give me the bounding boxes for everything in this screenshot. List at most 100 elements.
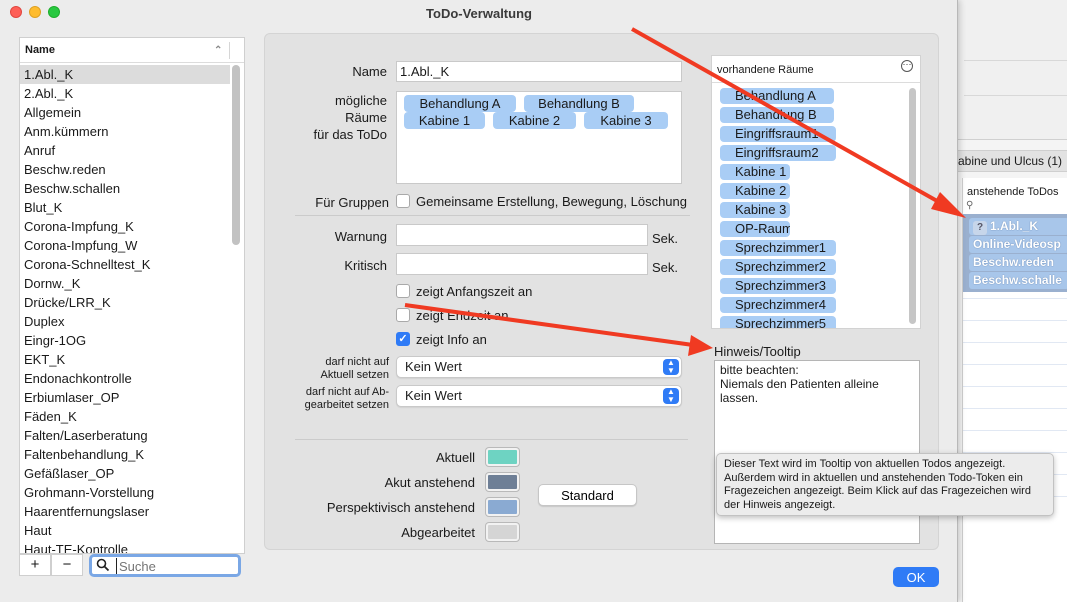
color-done-swatch[interactable] (486, 523, 519, 541)
not-done-label-line-2: gearbeitet setzen (304, 399, 389, 411)
room-token[interactable]: Eingriffsraum1 (720, 126, 836, 142)
hint-tooltip-label: Hinweis/Tooltip (714, 344, 801, 359)
add-todo-button[interactable]: + (19, 554, 51, 576)
room-token[interactable]: Behandlung A (720, 88, 834, 104)
ok-button[interactable]: OK (893, 567, 939, 587)
search-input[interactable] (116, 558, 236, 574)
color-acute-swatch[interactable] (486, 473, 519, 491)
list-item[interactable]: Blut_K (20, 198, 230, 217)
room-token[interactable]: Sprechzimmer4 (720, 297, 836, 313)
list-column-header[interactable]: Name ⌃ (20, 38, 244, 63)
background-token-selection: ? 1.Abl._K Online-Videosp Beschw.reden Be… (963, 214, 1067, 292)
todo-token[interactable]: Beschw.reden (969, 254, 1067, 271)
room-token[interactable]: Kabine 3 (720, 202, 790, 218)
color-current-swatch[interactable] (486, 448, 519, 466)
background-grid-line (963, 320, 1067, 321)
show-end-label[interactable]: zeigt Endzeit an (416, 308, 509, 323)
todo-token[interactable]: ? 1.Abl._K (969, 218, 1067, 235)
list-item[interactable]: Duplex (20, 312, 230, 331)
sort-ascending-icon[interactable]: ⌃ (214, 38, 222, 63)
groups-checkbox[interactable] (396, 194, 410, 208)
rooms-label-line-2: Räume (345, 110, 387, 125)
room-token[interactable]: Behandlung A (404, 95, 516, 112)
room-token[interactable]: Sprechzimmer1 (720, 240, 836, 256)
list-scrollbar[interactable] (232, 65, 240, 245)
warning-field[interactable] (396, 224, 648, 246)
name-field[interactable]: 1.Abl._K (396, 61, 682, 82)
list-item[interactable]: Gefäßlaser_OP (20, 464, 230, 483)
list-item[interactable]: Dornw._K (20, 274, 230, 293)
show-info-label[interactable]: zeigt Info an (416, 332, 487, 347)
search-box[interactable] (89, 554, 241, 577)
list-item[interactable]: Haarentfernungslaser (20, 502, 230, 521)
room-token[interactable]: Sprechzimmer5 (720, 316, 836, 328)
room-token[interactable]: Eingriffsraum2 (720, 145, 836, 161)
color-perspective-swatch[interactable] (486, 498, 519, 516)
not-current-label-line-1: darf nicht auf (325, 356, 389, 368)
not-done-label-line-1: darf nicht auf Ab- (305, 386, 389, 398)
show-end-checkbox[interactable] (396, 308, 410, 322)
list-item[interactable]: Corona-Impfung_K (20, 217, 230, 236)
list-item[interactable]: Beschw.reden (20, 160, 230, 179)
todo-token[interactable]: Online-Videosp (969, 236, 1067, 253)
show-info-checkbox[interactable]: ✓ (396, 332, 410, 346)
room-token[interactable]: OP-Raum (720, 221, 790, 237)
column-separator (229, 42, 230, 59)
list-item[interactable]: 2.Abl._K (20, 84, 230, 103)
list-item[interactable]: Beschw.schallen (20, 179, 230, 198)
list-item[interactable]: Haut-TE-Kontrolle (20, 540, 230, 553)
list-item[interactable]: Grohmann-Vorstellung (20, 483, 230, 502)
background-tab[interactable]: abine und Ulcus (1) (956, 150, 1067, 172)
list-item[interactable]: Allgemein (20, 103, 230, 122)
room-token[interactable]: Sprechzimmer3 (720, 278, 836, 294)
remove-todo-button[interactable]: − (51, 554, 83, 576)
chevron-up-down-icon: ▲ ▼ (663, 359, 679, 375)
background-grid-line (963, 408, 1067, 409)
list-item[interactable]: Anruf (20, 141, 230, 160)
selected-rooms-field[interactable]: Behandlung A Behandlung B Kabine 1 Kabin… (396, 91, 682, 184)
room-token[interactable]: Behandlung B (524, 95, 634, 112)
list-item[interactable]: EKT_K (20, 350, 230, 369)
question-mark-icon[interactable]: ? (973, 221, 987, 235)
room-token[interactable]: Sprechzimmer2 (720, 259, 836, 275)
groups-checkbox-label[interactable]: Gemeinsame Erstellung, Bewegung, Löschun… (416, 194, 687, 209)
available-rooms-list: vorhandene Räume ··· Behandlung A Behandl… (711, 55, 921, 329)
standard-colors-button[interactable]: Standard (538, 484, 637, 506)
section-divider (295, 215, 690, 216)
list-item[interactable]: Anm.kümmern (20, 122, 230, 141)
hint-tooltip-textarea[interactable]: bitte beachten: Niemals den Patienten al… (714, 360, 920, 544)
list-item[interactable]: Fäden_K (20, 407, 230, 426)
title-bar: ToDo-Verwaltung (0, 0, 958, 28)
list-item[interactable]: Corona-Impfung_W (20, 236, 230, 255)
list-item[interactable]: Falten/Laserberatung (20, 426, 230, 445)
room-token[interactable]: Kabine 1 (720, 164, 790, 180)
more-options-icon[interactable]: ··· (901, 60, 913, 72)
room-token[interactable]: Kabine 2 (493, 112, 576, 129)
list-item[interactable]: Eingr-1OG (20, 331, 230, 350)
not-done-select[interactable]: Kein Wert ▲ ▼ (396, 385, 682, 407)
list-item[interactable]: Faltenbehandlung_K (20, 445, 230, 464)
list-item[interactable]: Corona-Schnelltest_K (20, 255, 230, 274)
critical-field[interactable] (396, 253, 648, 275)
background-divider (964, 60, 1067, 61)
rooms-scrollbar[interactable] (909, 88, 916, 324)
list-controls: + − (19, 554, 245, 578)
list-item[interactable]: Endonachkontrolle (20, 369, 230, 388)
background-grid-line (963, 364, 1067, 365)
room-token[interactable]: Kabine 3 (584, 112, 668, 129)
search-icon: ⚲ (966, 200, 974, 211)
list-item[interactable]: 1.Abl._K (20, 65, 230, 84)
list-item[interactable]: Haut (20, 521, 230, 540)
room-token[interactable]: Behandlung B (720, 107, 834, 123)
room-token[interactable]: Kabine 2 (720, 183, 790, 199)
todo-list: Name ⌃ 1.Abl._K 2.Abl._K Allgemein Anm.kümm… (19, 37, 245, 554)
list-item[interactable]: Drücke/LRR_K (20, 293, 230, 312)
section-divider (295, 439, 688, 440)
room-token[interactable]: Kabine 1 (404, 112, 485, 129)
todo-token[interactable]: Beschw.schalle (969, 272, 1067, 289)
list-item[interactable]: Erbiumlaser_OP (20, 388, 230, 407)
color-perspective-label: Perspektivisch anstehend (326, 500, 475, 515)
show-start-label[interactable]: zeigt Anfangszeit an (416, 284, 532, 299)
not-current-select[interactable]: Kein Wert ▲ ▼ (396, 356, 682, 378)
show-start-checkbox[interactable] (396, 284, 410, 298)
